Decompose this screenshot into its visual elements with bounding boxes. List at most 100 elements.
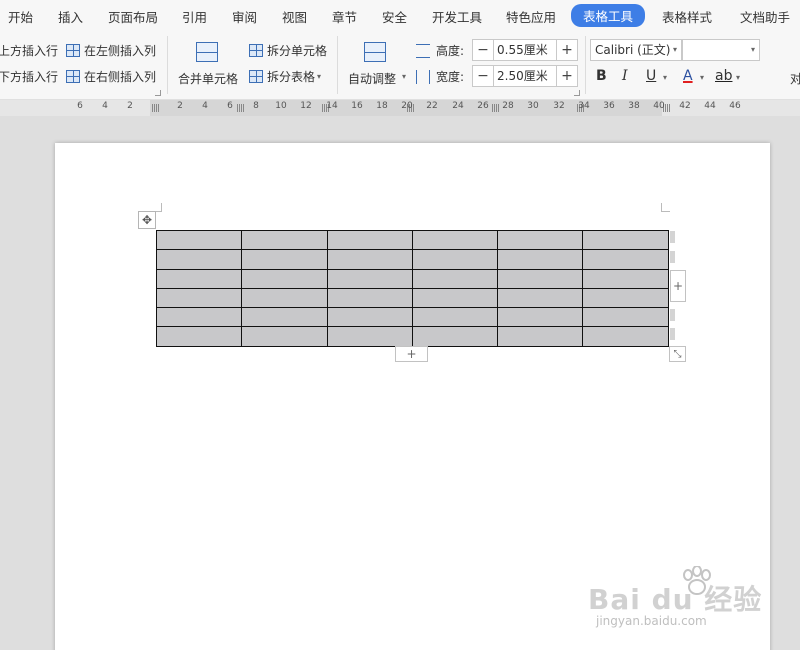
tab-view[interactable]: 视图 (282, 5, 307, 28)
tab-review[interactable]: 审阅 (232, 5, 257, 28)
tab-special-apps[interactable]: 特色应用 (506, 5, 556, 28)
table-cell[interactable] (497, 268, 584, 289)
ruler-column-marker[interactable] (492, 104, 499, 112)
tab-insert[interactable]: 插入 (58, 5, 83, 28)
row-height-input[interactable]: 0.55厘米 (493, 40, 557, 60)
table-cell[interactable] (411, 249, 499, 270)
split-table-button[interactable]: 拆分表格 ▾ (249, 68, 321, 85)
highlight-button[interactable]: ab (715, 68, 732, 84)
ruler-tick: 10 (275, 101, 287, 111)
tab-developer[interactable]: 开发工具 (432, 5, 482, 28)
table-cell[interactable] (155, 268, 243, 289)
table-cell[interactable] (326, 307, 413, 328)
tab-start[interactable]: 开始 (8, 5, 33, 28)
col-width-icon (416, 69, 430, 84)
table-cell[interactable] (582, 249, 669, 270)
ruler-tick: 4 (202, 101, 208, 111)
table-cell[interactable] (582, 229, 669, 251)
insert-col-left-button[interactable]: 在左侧插入列 (66, 42, 156, 59)
bold-button[interactable]: B (596, 68, 607, 84)
insert-row-below-button[interactable]: 下方插入行 (0, 68, 58, 85)
table-cell[interactable] (155, 249, 243, 270)
col-width-stepper[interactable]: − 2.50厘米 + (472, 65, 578, 87)
table-cell[interactable] (155, 326, 243, 347)
chevron-down-icon[interactable]: ▾ (700, 73, 704, 82)
table-cell[interactable] (497, 287, 584, 309)
tab-section[interactable]: 章节 (332, 5, 357, 28)
merge-cells-button[interactable]: 合并单元格 (176, 38, 240, 94)
font-name-select[interactable]: Calibri (正文) ▾ (590, 39, 682, 61)
tab-security[interactable]: 安全 (382, 5, 407, 28)
table-cell[interactable] (497, 249, 584, 270)
rows-cols-dialog-launcher-icon[interactable] (155, 90, 161, 96)
italic-button[interactable]: I (622, 68, 628, 84)
table-cell[interactable] (326, 268, 413, 289)
increase-height-button[interactable]: + (557, 40, 577, 60)
split-cells-button[interactable]: 拆分单元格 (249, 42, 327, 59)
table-cell[interactable] (241, 229, 328, 251)
underline-button[interactable]: U (646, 68, 656, 84)
table-cell[interactable] (497, 326, 584, 347)
horizontal-ruler[interactable]: 6 4 2 2 4 6 8 10 12 14 16 18 20 22 24 26… (0, 100, 800, 116)
row-height-stepper[interactable]: − 0.55厘米 + (472, 39, 578, 61)
table-cell[interactable] (326, 229, 413, 251)
table-cell[interactable] (241, 307, 328, 328)
table-cell[interactable] (155, 229, 243, 251)
table-cell[interactable] (411, 326, 499, 347)
baidu-jingyan-watermark: Bai du 经验 jingyan.baidu.com (588, 566, 763, 636)
table-cell[interactable] (411, 307, 499, 328)
row-end-mark (670, 328, 675, 340)
table-cell[interactable] (582, 307, 669, 328)
decrease-width-button[interactable]: − (473, 66, 493, 86)
tab-references[interactable]: 引用 (182, 5, 207, 28)
font-color-button[interactable]: A (683, 68, 693, 84)
table-cell[interactable] (582, 268, 669, 289)
table-cell[interactable] (326, 326, 413, 347)
document-table[interactable] (155, 229, 669, 347)
chevron-down-icon[interactable]: ▾ (736, 73, 740, 82)
table-cell[interactable] (497, 229, 584, 251)
tab-doc-assistant[interactable]: 文档助手 (740, 5, 790, 28)
table-cell[interactable] (155, 307, 243, 328)
ruler-column-marker[interactable] (237, 104, 244, 112)
table-cell[interactable] (582, 326, 669, 347)
ruler-tick: 22 (426, 101, 438, 111)
table-cell[interactable] (411, 287, 499, 309)
insert-row-above-button[interactable]: 上方插入行 (0, 42, 58, 59)
col-width-input[interactable]: 2.50厘米 (493, 66, 557, 86)
table-cell[interactable] (326, 249, 413, 270)
table-cell[interactable] (241, 326, 328, 347)
row-end-mark (670, 251, 675, 263)
tab-table-style[interactable]: 表格样式 (662, 5, 712, 28)
table-cell[interactable] (326, 287, 413, 309)
table-cell[interactable] (241, 268, 328, 289)
table-cell[interactable] (241, 249, 328, 270)
auto-fit-button[interactable]: 自动调整 ▾ (346, 38, 408, 94)
font-size-select[interactable]: ▾ (682, 39, 760, 61)
ruler-tick: 24 (452, 101, 464, 111)
table-resize-handle-icon[interactable]: ⤡ (669, 346, 686, 362)
add-row-button[interactable]: + (395, 346, 428, 362)
table-cell[interactable] (497, 307, 584, 328)
table-cell[interactable] (411, 229, 499, 251)
table-cell[interactable] (582, 287, 669, 309)
table-move-handle-icon[interactable]: ✥ (138, 211, 156, 229)
chevron-down-icon[interactable]: ▾ (663, 73, 667, 82)
size-dialog-launcher-icon[interactable] (574, 90, 580, 96)
tab-page-layout[interactable]: 页面布局 (108, 5, 158, 28)
tab-table-tools[interactable]: 表格工具 (571, 4, 646, 27)
chevron-down-icon: ▾ (750, 45, 755, 54)
table-row (155, 287, 669, 309)
align-button-partial[interactable]: 对 (790, 70, 800, 87)
ruler-column-marker[interactable] (152, 104, 159, 112)
ruler-tick: 26 (477, 101, 489, 111)
add-column-button[interactable]: + (670, 270, 686, 302)
decrease-height-button[interactable]: − (473, 40, 493, 60)
table-cell[interactable] (241, 287, 328, 309)
increase-width-button[interactable]: + (557, 66, 577, 86)
menu-tab-bar: 开始 插入 页面布局 引用 审阅 视图 章节 安全 开发工具 特色应用 表格工具… (0, 0, 800, 28)
insert-col-left-icon (66, 44, 80, 57)
insert-col-right-button[interactable]: 在右侧插入列 (66, 68, 156, 85)
table-cell[interactable] (155, 287, 243, 309)
table-cell[interactable] (411, 268, 499, 289)
